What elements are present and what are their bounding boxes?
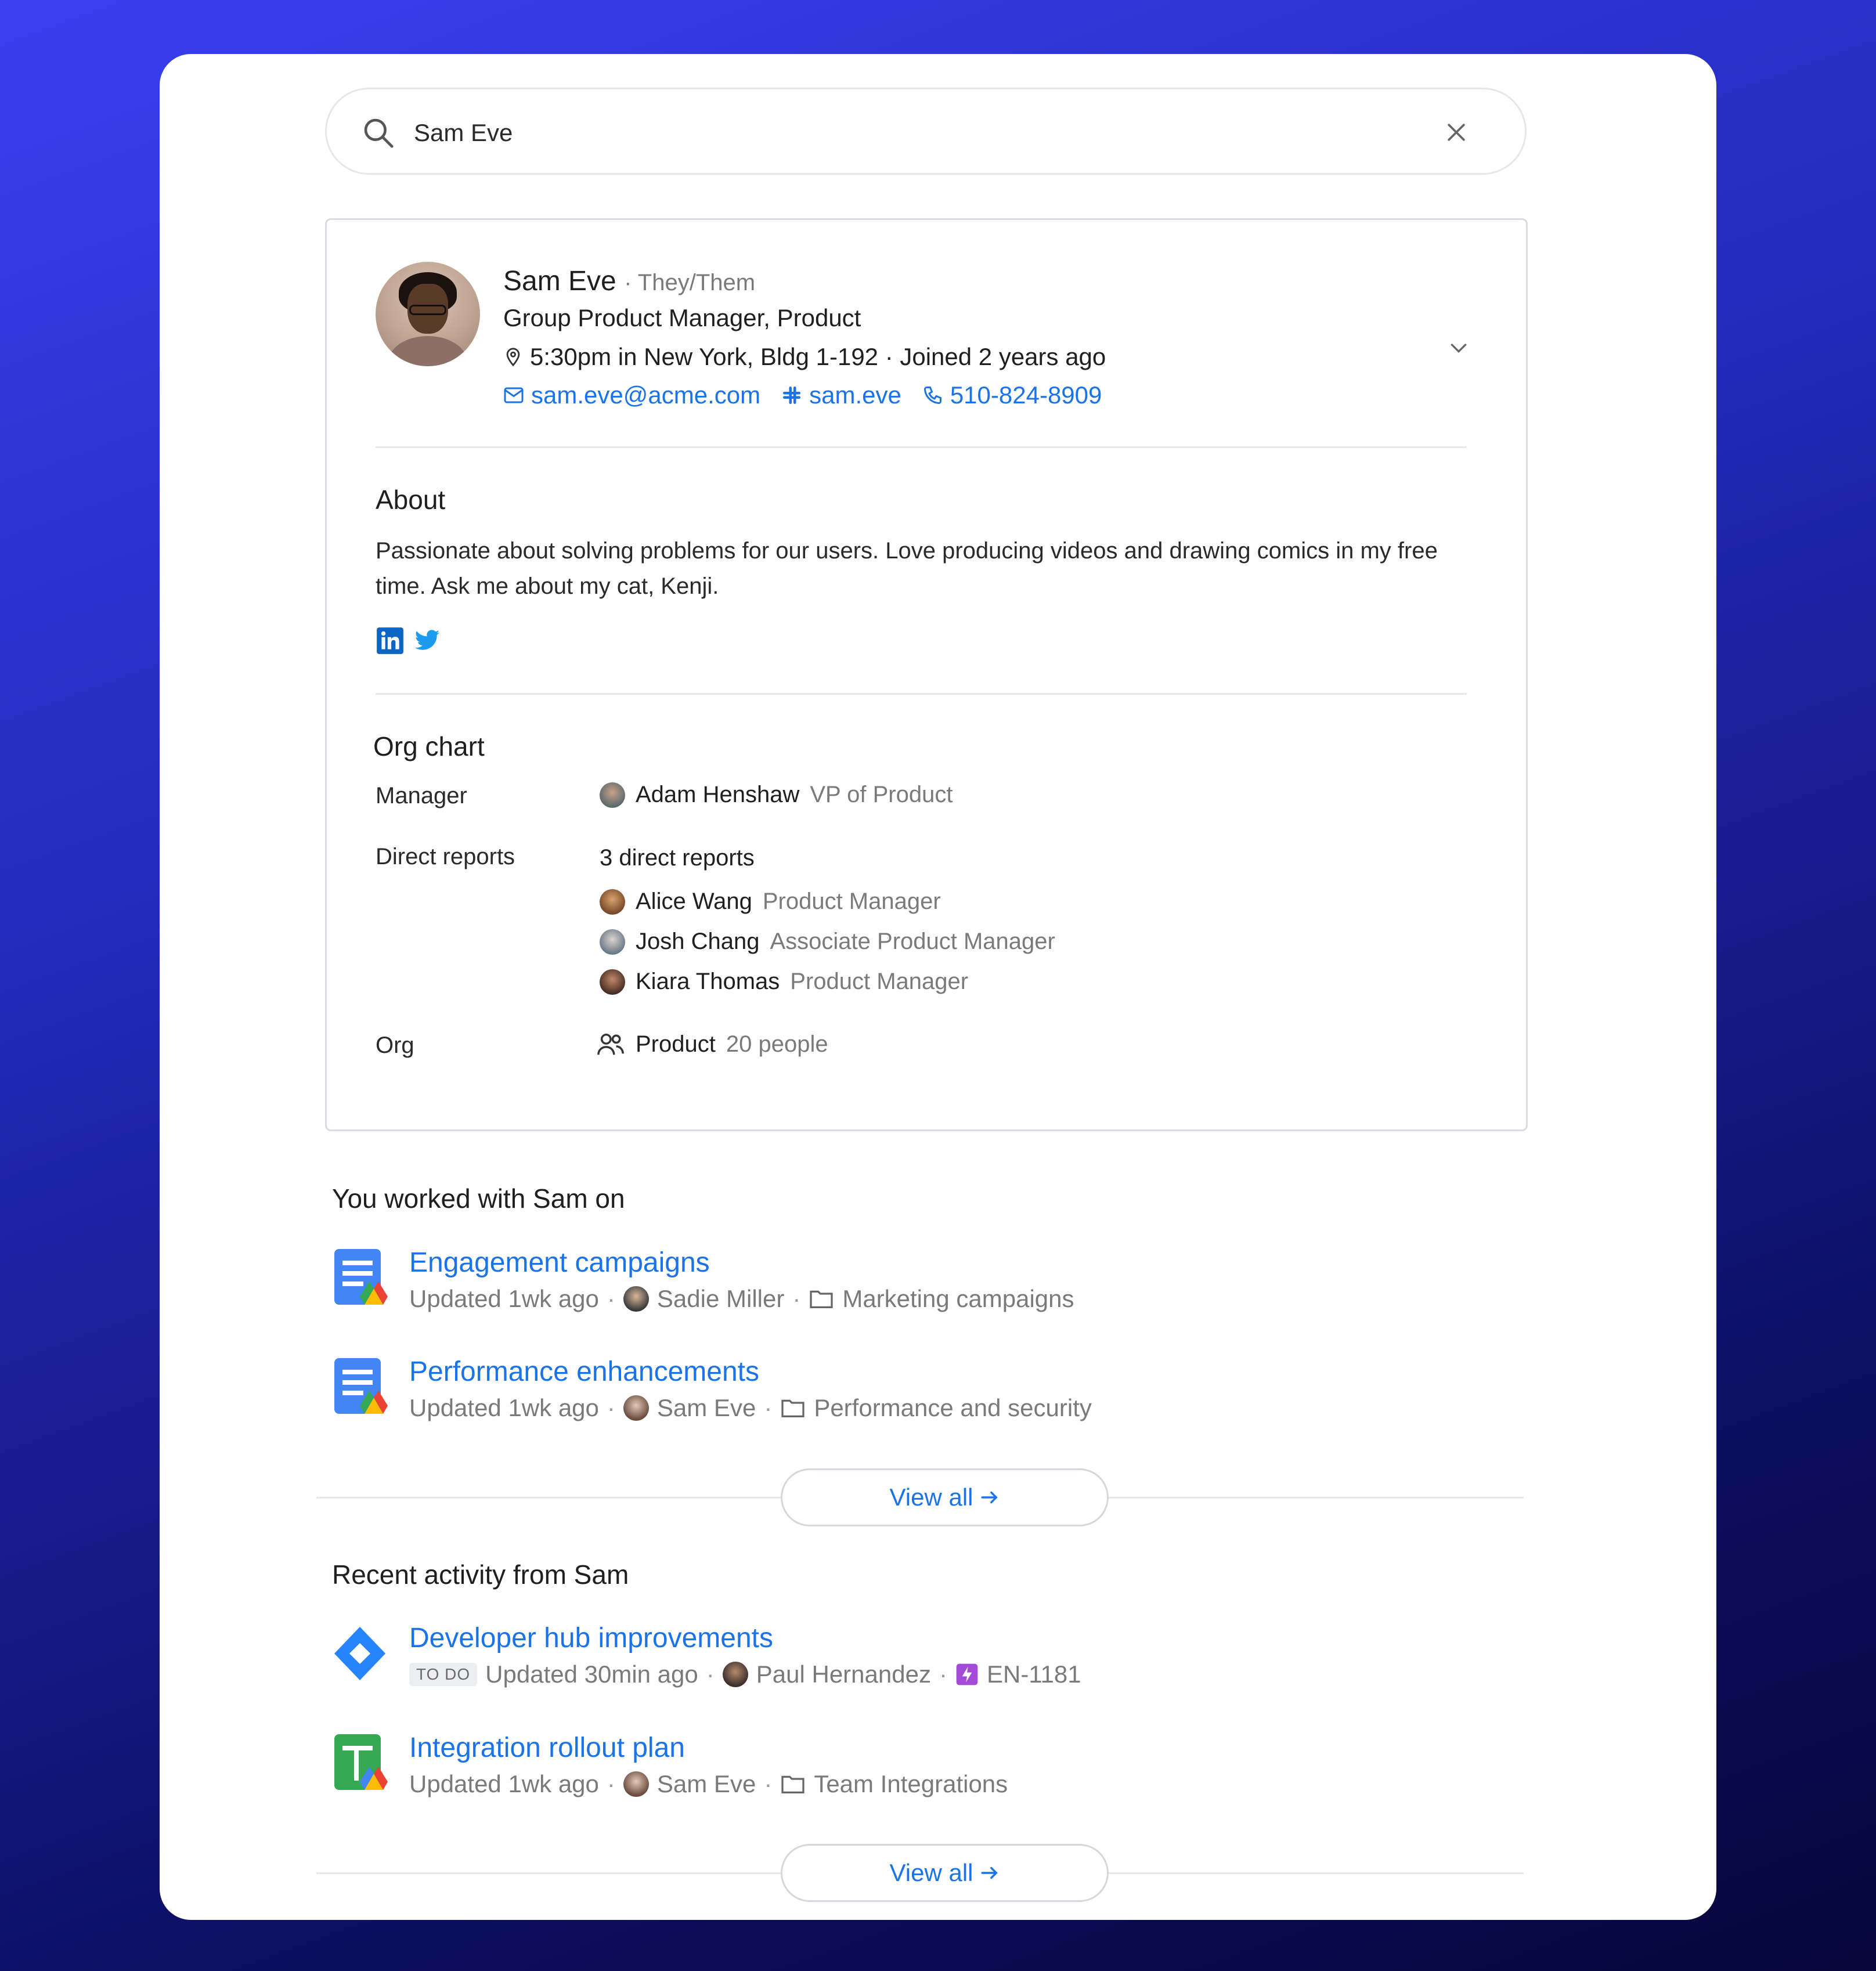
- report-role: Associate Product Manager: [770, 929, 1055, 954]
- item-meta: Updated 1wk ago · Sam Eve · Team Integra…: [409, 1770, 1008, 1797]
- people-profile-panel: Sam Eve Sam Eve · They/Them Group Produc…: [160, 54, 1716, 1920]
- slack-link[interactable]: sam.eve: [781, 381, 901, 409]
- folder-icon: [781, 1399, 804, 1418]
- avatar: [600, 889, 625, 915]
- org-chart-heading: Org chart: [373, 731, 485, 761]
- avatar: [623, 1395, 649, 1421]
- search-icon: [364, 118, 394, 148]
- arrow-right-icon: [982, 1867, 998, 1879]
- profile-pronouns: · They/Them: [624, 270, 756, 295]
- org-entry[interactable]: Product 20 people: [596, 1031, 828, 1057]
- manager-name: Adam Henshaw: [636, 782, 800, 807]
- avatar: [600, 782, 625, 808]
- divider: [376, 446, 1467, 448]
- folder-icon: [810, 1290, 833, 1309]
- jira-icon: [334, 1627, 385, 1680]
- twitter-icon[interactable]: [414, 629, 441, 652]
- contact-row: sam.eve@acme.com sam.eve 510-824-8909: [503, 381, 1123, 409]
- updated-text: Updated 1wk ago: [409, 1770, 599, 1797]
- slack-text: sam.eve: [809, 381, 901, 409]
- search-input[interactable]: Sam Eve: [414, 116, 513, 150]
- direct-reports-label: Direct reports: [376, 844, 515, 869]
- item-meta: TO DO Updated 30min ago · Paul Hernandez…: [409, 1660, 1081, 1688]
- item-title[interactable]: Engagement campaigns: [409, 1247, 710, 1279]
- chevron-down-icon[interactable]: [1447, 336, 1470, 359]
- view-all-button[interactable]: View all: [781, 1468, 1109, 1526]
- phone-link[interactable]: 510-824-8909: [922, 381, 1102, 409]
- view-all-label: View all: [889, 1483, 973, 1511]
- report-role: Product Manager: [790, 969, 969, 994]
- folder-name: Performance and security: [814, 1394, 1092, 1421]
- item-title[interactable]: Integration rollout plan: [409, 1732, 685, 1764]
- manager-role: VP of Product: [810, 782, 953, 807]
- person-name: Sam Eve: [656, 1394, 756, 1421]
- mail-icon: [504, 387, 524, 403]
- item-title[interactable]: Performance enhancements: [409, 1356, 759, 1388]
- folder-name: Marketing campaigns: [842, 1285, 1074, 1312]
- report-role: Product Manager: [762, 889, 941, 914]
- view-all-label: View all: [889, 1859, 973, 1886]
- about-heading: About: [376, 485, 446, 515]
- direct-reports-count[interactable]: 3 direct reports: [600, 845, 755, 871]
- arrow-right-icon: [982, 1491, 998, 1504]
- view-all-button[interactable]: View all: [781, 1844, 1109, 1902]
- folder-name: Team Integrations: [814, 1770, 1008, 1797]
- avatar: [600, 929, 625, 955]
- profile-avatar: [376, 262, 480, 366]
- avatar: [722, 1662, 748, 1687]
- google-sheets-icon: [334, 1734, 388, 1790]
- clear-icon[interactable]: [1444, 120, 1469, 145]
- email-text: sam.eve@acme.com: [531, 381, 761, 409]
- profile-name-text: Sam Eve: [503, 266, 616, 297]
- profile-location: 5:30pm in New York, Bldg 1-192 · Joined …: [503, 343, 1106, 371]
- item-meta: Updated 1wk ago · Sadie Miller · Marketi…: [409, 1285, 1074, 1312]
- phone-icon: [923, 387, 941, 405]
- updated-text: Updated 1wk ago: [409, 1285, 599, 1312]
- google-docs-icon: [334, 1249, 388, 1305]
- report-entry[interactable]: Alice Wang Product Manager: [600, 889, 941, 915]
- social-links: [376, 626, 441, 655]
- about-text: Passionate about solving problems for ou…: [376, 538, 1438, 599]
- updated-text: Updated 1wk ago: [409, 1394, 599, 1421]
- profile-name: Sam Eve · They/Them: [503, 265, 755, 297]
- divider: [376, 693, 1467, 695]
- org-name: Product: [636, 1031, 716, 1057]
- location-pin-icon: [506, 348, 520, 367]
- folder-icon: [781, 1775, 804, 1794]
- location-text: 5:30pm in New York, Bldg 1-192 · Joined …: [530, 343, 1106, 370]
- updated-text: Updated 30min ago: [485, 1660, 698, 1688]
- lightning-icon: [956, 1663, 978, 1685]
- slack-icon: [783, 387, 801, 404]
- profile-card: Sam Eve · They/Them Group Product Manage…: [325, 218, 1528, 1131]
- avatar: [600, 969, 625, 995]
- person-name: Sam Eve: [656, 1770, 756, 1797]
- item-meta: Updated 1wk ago · Sam Eve · Performance …: [409, 1394, 1092, 1421]
- avatar: [623, 1286, 649, 1312]
- phone-text: 510-824-8909: [950, 381, 1102, 409]
- manager-entry[interactable]: Adam Henshaw VP of Product: [600, 782, 953, 808]
- ticket-id: EN-1181: [986, 1660, 1081, 1688]
- search-bar[interactable]: Sam Eve: [325, 88, 1527, 175]
- org-label: Org: [376, 1033, 414, 1058]
- report-entry[interactable]: Kiara Thomas Product Manager: [600, 969, 968, 995]
- manager-label: Manager: [376, 783, 467, 808]
- report-name: Alice Wang: [636, 889, 752, 914]
- report-name: Josh Chang: [636, 929, 760, 954]
- item-title[interactable]: Developer hub improvements: [409, 1622, 773, 1654]
- google-docs-icon: [334, 1358, 388, 1414]
- linkedin-icon[interactable]: [376, 626, 405, 655]
- org-size: 20 people: [726, 1031, 828, 1057]
- status-badge: TO DO: [409, 1663, 478, 1686]
- report-name: Kiara Thomas: [636, 969, 780, 994]
- avatar: [623, 1771, 649, 1797]
- recent-activity-heading: Recent activity from Sam: [332, 1560, 629, 1590]
- people-icon: [597, 1033, 624, 1055]
- person-name: Paul Hernandez: [756, 1660, 931, 1688]
- person-name: Sadie Miller: [656, 1285, 785, 1312]
- profile-title: Group Product Manager, Product: [503, 304, 861, 331]
- email-link[interactable]: sam.eve@acme.com: [503, 381, 760, 409]
- report-entry[interactable]: Josh Chang Associate Product Manager: [600, 929, 1055, 955]
- worked-with-heading: You worked with Sam on: [332, 1183, 625, 1214]
